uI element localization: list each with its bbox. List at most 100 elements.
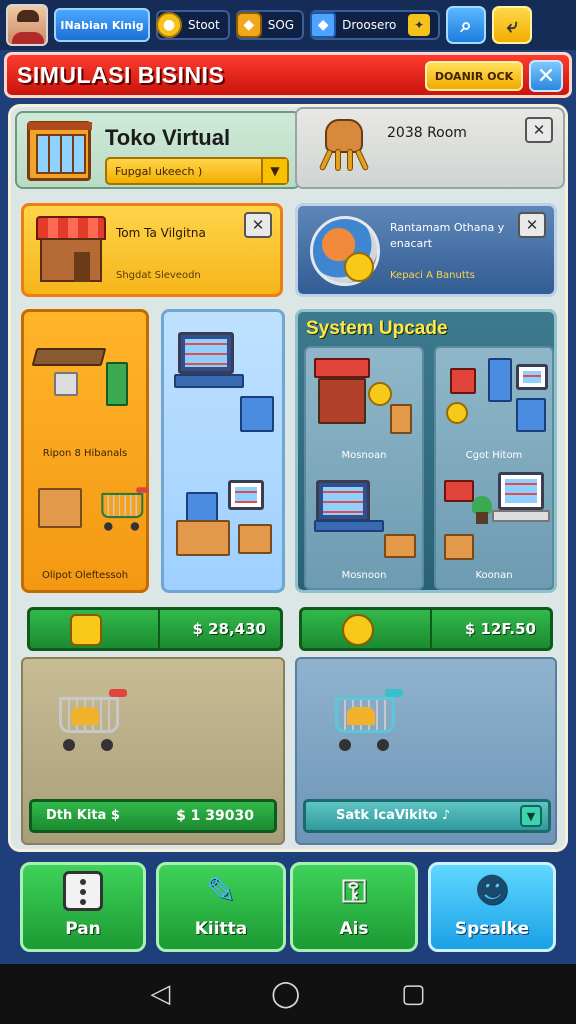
close-icon: ✕ [525,216,539,234]
coin-box-icon [70,614,102,646]
price-value: $ 12F.50 [464,620,536,638]
octopus-item-icon [315,119,373,177]
store-building-icon [27,121,92,181]
main-panel: Toko Virtual Fupgal ukeech ) ▼ 2038 Room… [8,104,568,852]
crate-icon [390,404,412,434]
player-name[interactable]: INabian Kinig [54,8,150,42]
gem-value: Droosero [342,18,397,32]
plant-icon [472,496,492,526]
nav-button-ais[interactable]: ⚿ Ais [290,862,418,952]
announcer-icon: ☻ [474,871,510,911]
coin-icon [446,402,468,424]
close-icon: ✕ [532,121,546,139]
coin-icon [368,382,392,406]
coin-resource[interactable]: ◆ SOG [235,10,305,40]
promo-global-title: Rantamam Othana y enacart [390,221,505,250]
upgrade-label: Cgot Hitom [465,450,523,461]
desk-icon [492,510,550,522]
nav-label: Pan [65,919,101,939]
header-action-button[interactable]: DOANIR OCK [425,61,523,91]
price-bar-right[interactable]: $ 12F.50 [299,607,553,651]
bottom-nav: Pan ✎ Kiitta ⚿ Ais ☻ Spsalke [0,852,576,964]
recents-icon[interactable]: ▢ [401,979,426,1009]
shopping-cart-icon [53,689,127,751]
price-bar-left[interactable]: $ 28,430 [27,607,283,651]
flag-icon [444,480,474,502]
avatar[interactable] [6,4,48,46]
upgrade-label: Mosnoon [341,570,387,581]
promo-close-button[interactable]: ✕ [244,212,272,238]
cart-right-footer[interactable]: Satk IcaVikito ♪ ▼ [303,799,551,833]
item-title: 2038 Room [387,125,467,141]
monitor-icon [498,472,544,510]
box-icon [38,488,82,528]
back-icon[interactable]: ◁ [150,979,170,1009]
close-icon: ✕ [536,63,556,89]
awning-icon [314,358,370,378]
page-title: SIMULASI BISINIS [17,61,225,88]
key-icon: ⚿ [341,871,367,910]
store-dropdown[interactable]: Fupgal ukeech ) ▼ [105,157,289,185]
coin-icon [344,252,374,282]
promo-global-close-button[interactable]: ✕ [518,212,546,238]
store-title: Toko Virtual [105,125,231,150]
exit-button[interactable]: ⤶ [492,6,533,44]
promo-card-global[interactable]: Rantamam Othana y enacart Kepaci A Banut… [295,203,557,297]
dice-icon [61,869,105,913]
nav-label: Kiitta [194,919,248,939]
add-gems-button[interactable]: ✦ [408,14,431,36]
system-upgrade-panel[interactable]: System Upcade Mosnoan Mosnoon Cgot Hitom [295,309,557,593]
category-blue[interactable] [161,309,285,593]
computer-screen-icon [178,332,234,374]
small-box-icon [238,524,272,554]
wrench-icon: ✎ [205,870,237,912]
coin-stack-icon: ◆ [235,12,262,38]
close-button[interactable]: ✕ [529,60,563,92]
upgrade-tile-shop[interactable]: Mosnoan Mosnoon [304,346,424,590]
nav-button-pan[interactable]: Pan [20,862,146,952]
exit-icon: ⤶ [506,13,518,37]
category-label: Olipot Oleftessoh [41,570,129,581]
category-orange[interactable]: Ripon 8 Hibanals Olipot Oleftessoh [21,309,149,593]
search-button[interactable]: ⌕ [446,6,487,44]
gem-resource[interactable]: ◆ Droosero ✦ [310,10,441,40]
gold-value: Stoot [188,18,220,32]
cart-panel-left[interactable]: Dth Kita $ $ 1 39030 [21,657,285,845]
smiley-coin-icon [342,614,374,646]
promo-global-subtitle: Kepaci A Banutts [390,270,475,281]
coin-value: SOG [267,18,295,32]
gold-resource[interactable]: ● Stoot [156,10,230,40]
package-icon [176,520,230,556]
blue-cabinet-icon [488,358,512,402]
stall-icon [318,378,366,424]
cabinet-icon [106,362,128,406]
promo-card-shop[interactable]: Tom Ta Vilgitna Shgdat Sleveodn ✕ [21,203,283,297]
nav-label: Ais [339,919,369,939]
cart-left-value: $ 1 39030 [176,808,254,824]
chevron-down-icon[interactable]: ▼ [520,805,542,827]
red-crate-icon [450,368,476,394]
cart-left-label: Dth Kita $ [46,808,120,823]
monitor-icon [316,480,370,522]
cart-right-label: Satk IcaVikito ♪ [336,808,451,823]
gold-coin-icon: ● [156,12,182,38]
upgrade-tile-logistics[interactable]: Cgot Hitom Koonan [434,346,554,590]
promo-title: Tom Ta Vilgitna [116,226,206,240]
chair-icon [54,372,78,396]
home-icon[interactable]: ◯ [271,979,300,1009]
cart-panel-right[interactable]: Satk IcaVikito ♪ ▼ [295,657,557,845]
close-icon: ✕ [251,216,265,234]
cart-left-footer[interactable]: Dth Kita $ $ 1 39030 [29,799,277,833]
upgrade-label: Mosnoan [341,450,387,461]
item-card[interactable]: 2038 Room ✕ [295,107,565,189]
system-upgrade-title: System Upcade [306,318,448,339]
system-nav-bar: ◁ ◯ ▢ [0,964,576,1024]
item-close-button[interactable]: ✕ [525,117,553,143]
store-card[interactable]: Toko Virtual Fupgal ukeech ) ▼ [15,111,301,189]
nav-button-spsalke[interactable]: ☻ Spsalke [428,862,556,952]
chart-board-icon [516,364,548,390]
category-label: Ripon 8 Hibanals [42,448,128,459]
nav-button-kiitta[interactable]: ✎ Kiitta [156,862,286,952]
box-icon [444,534,474,560]
search-icon: ⌕ [460,13,472,37]
